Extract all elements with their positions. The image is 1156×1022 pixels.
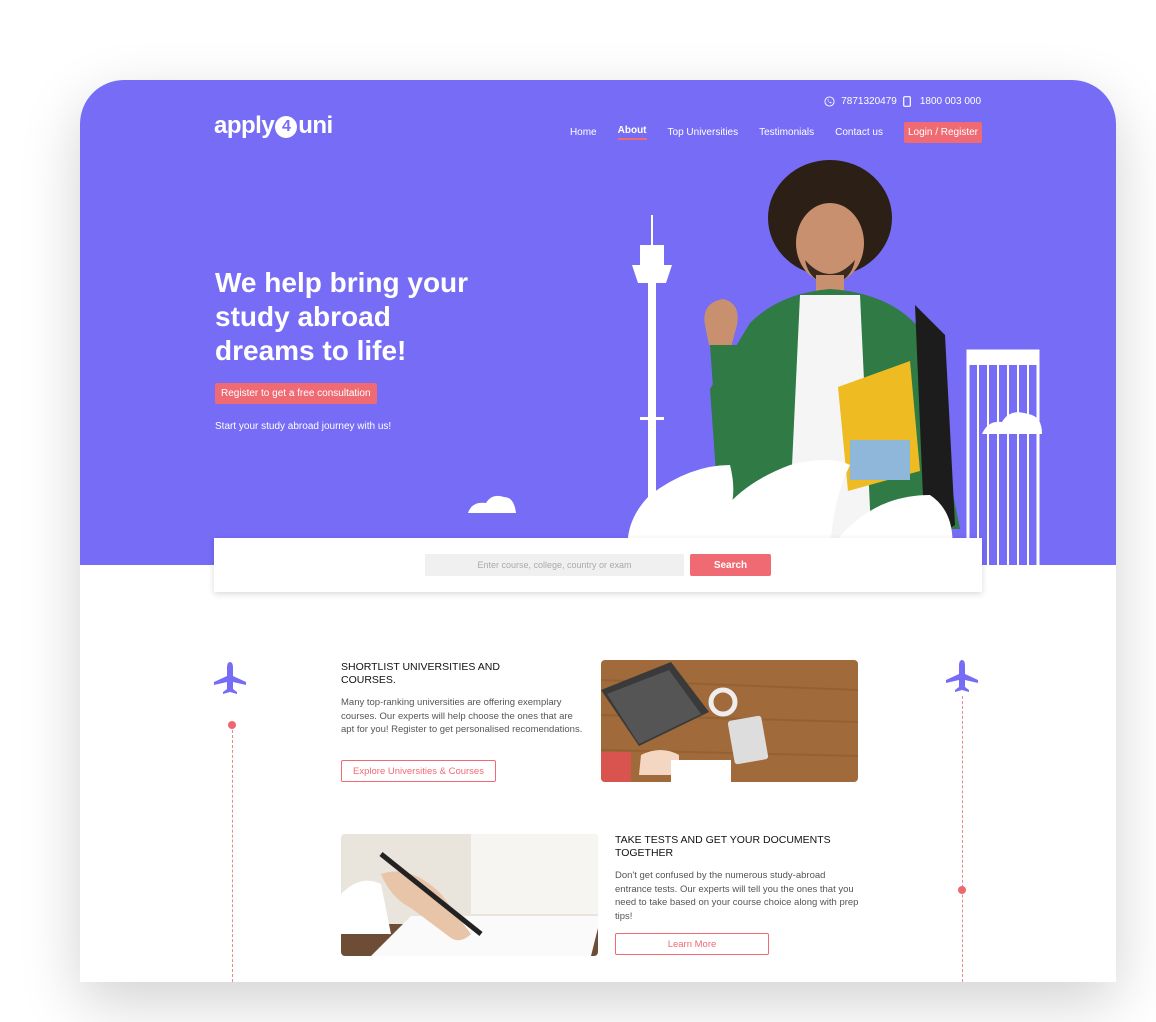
nav-top-universities[interactable]: Top Universities <box>668 127 739 138</box>
tests-title: TAKE TESTS AND GET YOUR DOCUMENTS TOGETH… <box>615 834 831 859</box>
apply4uni-logo[interactable]: apply 4 uni <box>214 112 333 140</box>
hero-headline: We help bring your study abroad dreams t… <box>215 267 469 366</box>
learn-more-button[interactable]: Learn More <box>615 933 769 955</box>
search-button[interactable]: Search <box>690 554 771 576</box>
nav-about[interactable]: About <box>617 125 647 140</box>
hero-section: 7871320479 1800 003 000 apply 4 uni Home… <box>80 80 1116 565</box>
nav-home[interactable]: Home <box>570 127 597 138</box>
timeline-left <box>232 730 233 982</box>
main-nav: Home About Top Universities Testimonials… <box>570 122 982 143</box>
laptop-desk-photo <box>601 660 858 782</box>
timeline-right <box>962 696 963 982</box>
search-input[interactable] <box>425 554 684 576</box>
mobile-phone-icon <box>902 96 914 107</box>
logo-graduation-cap-4: 4 <box>275 116 298 138</box>
shortlist-body: Many top-ranking universities are offeri… <box>341 697 583 735</box>
login-register-button[interactable]: Login / Register <box>903 122 982 143</box>
timeline-dot-left <box>228 721 236 729</box>
browser-frame: 7871320479 1800 003 000 apply 4 uni Home… <box>80 80 1116 982</box>
skyscraper-silhouette <box>966 349 1040 565</box>
logo-text-four: 4 <box>281 118 291 135</box>
shortlist-title: SHORTLIST UNIVERSITIES AND COURSES. <box>341 661 500 686</box>
logo-text-uni: uni <box>298 112 333 139</box>
whatsapp-number[interactable]: 7871320479 <box>841 96 897 107</box>
nav-contact[interactable]: Contact us <box>835 127 883 138</box>
contact-numbers: 7871320479 1800 003 000 <box>824 96 981 107</box>
timeline-dot-right <box>958 886 966 894</box>
hero-subtext: Start your study abroad journey with us! <box>215 421 392 432</box>
whatsapp-icon <box>824 96 835 107</box>
cloud-left <box>468 495 516 513</box>
free-consultation-button[interactable]: Register to get a free consultation <box>215 383 377 404</box>
cloud-right <box>982 412 1042 434</box>
tests-body: Don't get confused by the numerous study… <box>615 870 859 922</box>
logo-text-apply: apply <box>214 112 275 139</box>
signing-document-photo <box>341 834 598 956</box>
airplane-icon <box>946 660 978 692</box>
airplane-icon <box>214 662 246 694</box>
phone-number[interactable]: 1800 003 000 <box>920 96 981 107</box>
search-panel: Search <box>214 538 982 592</box>
hero-illustration <box>468 160 1042 565</box>
nav-testimonials[interactable]: Testimonials <box>759 127 814 138</box>
explore-universities-button[interactable]: Explore Universities & Courses <box>341 760 496 782</box>
